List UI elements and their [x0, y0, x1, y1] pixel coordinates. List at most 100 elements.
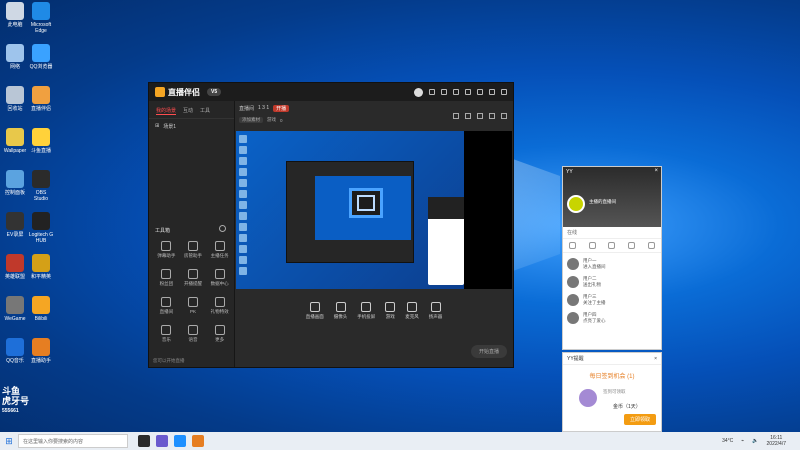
gift-icon[interactable] [608, 242, 616, 249]
desktop-icon[interactable]: EV录屏 [2, 212, 28, 238]
scene-icon: ⊞ [155, 123, 160, 129]
desktop-icon[interactable]: Bilibili [28, 296, 54, 322]
add-source-button[interactable]: 添加素材 [239, 117, 263, 123]
title-bar: 直播伴侣 V5 [149, 83, 513, 101]
message-icon[interactable] [453, 89, 459, 95]
tool-item[interactable]: 更多 [206, 325, 233, 343]
desktop-icon[interactable]: 和平精英 [28, 254, 54, 280]
settings-icon[interactable] [429, 89, 435, 95]
tools-title: 工具箱 [155, 228, 171, 234]
taskbar: ⊞ 在这里输入你要搜索的内容 34°C ⌁ 🔈 16:11 2022/4/7 [0, 432, 800, 450]
desktop-icon[interactable]: QQ浏览器 [28, 44, 54, 70]
list-item[interactable]: 用户三 关注了主播 [567, 291, 657, 309]
desktop-icon[interactable]: 直播伴侣 [28, 86, 54, 112]
app-logo: 直播伴侣 V5 [155, 87, 222, 98]
tool-item[interactable]: 音乐 [153, 325, 180, 343]
bell-icon[interactable] [489, 113, 495, 119]
list-item[interactable]: 用户一 进入直播间 [567, 255, 657, 273]
windows-start-icon[interactable]: ⊞ [0, 432, 18, 450]
tool-item[interactable]: PK [180, 297, 207, 315]
list-item[interactable]: 用户二 送出礼物 [567, 273, 657, 291]
heart-icon[interactable] [588, 242, 596, 249]
desktop-icon[interactable]: WeGame [2, 296, 28, 322]
star-icon[interactable] [628, 242, 636, 249]
list-icon[interactable] [647, 242, 655, 249]
tab-tools[interactable]: 工具 [200, 107, 210, 115]
desktop-icon[interactable]: 斗鱼直播 [28, 128, 54, 154]
source-icon [335, 302, 346, 312]
app-icon [6, 170, 24, 188]
claim-button[interactable]: 立即领取 [623, 414, 656, 425]
left-panel: 我的场景 互动 工具 ⊞ 场景1 工具箱 弹幕助手 房管助手 主播任务粉丝团 开播提醒… [149, 101, 235, 367]
tab-scenes[interactable]: 我的场景 [156, 107, 177, 115]
tool-item[interactable]: 礼物特效 [206, 297, 233, 315]
source-button[interactable]: 摄像头 [334, 302, 347, 320]
source-button[interactable]: 扬声器 [429, 302, 442, 320]
desktop-icon[interactable]: 网络 [2, 44, 28, 70]
source-button[interactable]: 游戏 [385, 302, 396, 320]
source-button[interactable]: 麦克风 [405, 302, 419, 320]
source-button[interactable]: 直播画面 [306, 302, 324, 320]
chat-toolbar [563, 239, 661, 253]
tool-item[interactable]: 弹幕助手 [153, 241, 180, 259]
list-item[interactable]: 用户四 点亮了爱心 [567, 309, 657, 327]
share-icon[interactable] [501, 113, 507, 119]
desktop-icon[interactable]: Microsoft Edge [28, 2, 54, 34]
user-icon[interactable] [569, 242, 577, 249]
record-icon[interactable] [465, 113, 471, 119]
desktop-icon[interactable]: 回收站 [2, 86, 28, 112]
tool-item[interactable]: 主播任务 [206, 241, 233, 259]
stream-preview[interactable] [236, 131, 464, 289]
live-badge[interactable]: 开播 [273, 104, 290, 112]
recursive-chat-panel [428, 197, 464, 285]
app-icon [32, 212, 50, 230]
streamer-avatar[interactable] [567, 195, 585, 213]
tab-online[interactable]: 在线 [563, 227, 661, 239]
minimize-icon[interactable] [477, 89, 483, 95]
tool-item[interactable]: 房管助手 [180, 241, 207, 259]
close-icon[interactable]: × [654, 356, 657, 362]
tool-icon [187, 297, 198, 307]
tool-icon [214, 241, 225, 251]
version-badge[interactable]: V5 [207, 88, 222, 96]
clock[interactable]: 16:11 2022/4/7 [767, 435, 786, 447]
tool-icon [161, 325, 172, 335]
taskbar-app-icon[interactable] [174, 435, 186, 447]
tool-item[interactable]: 粉丝团 [153, 269, 180, 287]
desktop-icon[interactable]: QQ音乐 [2, 338, 28, 364]
tool-icon [187, 241, 198, 251]
scene-selector[interactable]: ⊞ 场景1 [149, 119, 234, 134]
network-icon[interactable]: ⌁ [741, 438, 744, 444]
desktop-icon[interactable]: Logitech G HUB [28, 212, 54, 244]
tool-item[interactable]: 直播间 [153, 297, 180, 315]
taskbar-app-icon[interactable] [192, 435, 204, 447]
close-icon[interactable]: × [654, 168, 658, 174]
desktop-icon[interactable]: OBS Studio [28, 170, 54, 202]
gear-icon[interactable] [219, 225, 226, 232]
tool-item[interactable]: 开播提醒 [180, 269, 207, 287]
desktop-icon[interactable]: 英雄联盟 [2, 254, 28, 280]
camera-icon[interactable] [477, 113, 483, 119]
close-icon[interactable] [501, 89, 507, 95]
search-input[interactable]: 在这里输入你要搜索的内容 [18, 434, 128, 448]
start-live-button[interactable]: 开始直播 [470, 345, 507, 358]
menu-icon[interactable] [465, 89, 471, 95]
source-button[interactable]: 手机投屏 [357, 302, 375, 320]
skin-icon[interactable] [441, 89, 447, 95]
desktop-icon[interactable]: 控制面板 [2, 170, 28, 196]
taskbar-app-icon[interactable] [138, 435, 150, 447]
tools-grid: 弹幕助手 房管助手 主播任务粉丝团 开播提醒 数据中心直播间 PK 礼物特效音乐 语音 更多 [153, 241, 233, 343]
desktop-icon[interactable]: 直播助手 [28, 338, 54, 364]
tool-item[interactable]: 数据中心 [206, 269, 233, 287]
user-avatar[interactable] [414, 87, 423, 97]
tool-item[interactable]: 语音 [180, 325, 207, 343]
maximize-icon[interactable] [489, 89, 495, 95]
tool-icon [187, 325, 198, 335]
desktop-icon[interactable]: 此电脑 [2, 2, 28, 28]
tab-interact[interactable]: 互动 [183, 107, 193, 115]
desktop-icon[interactable]: Wallpaper [2, 128, 28, 154]
taskbar-app-icon[interactable] [156, 435, 168, 447]
volume-icon[interactable]: 🔈 [752, 438, 758, 444]
layout-icon[interactable] [453, 113, 459, 119]
tool-icon [214, 269, 225, 279]
